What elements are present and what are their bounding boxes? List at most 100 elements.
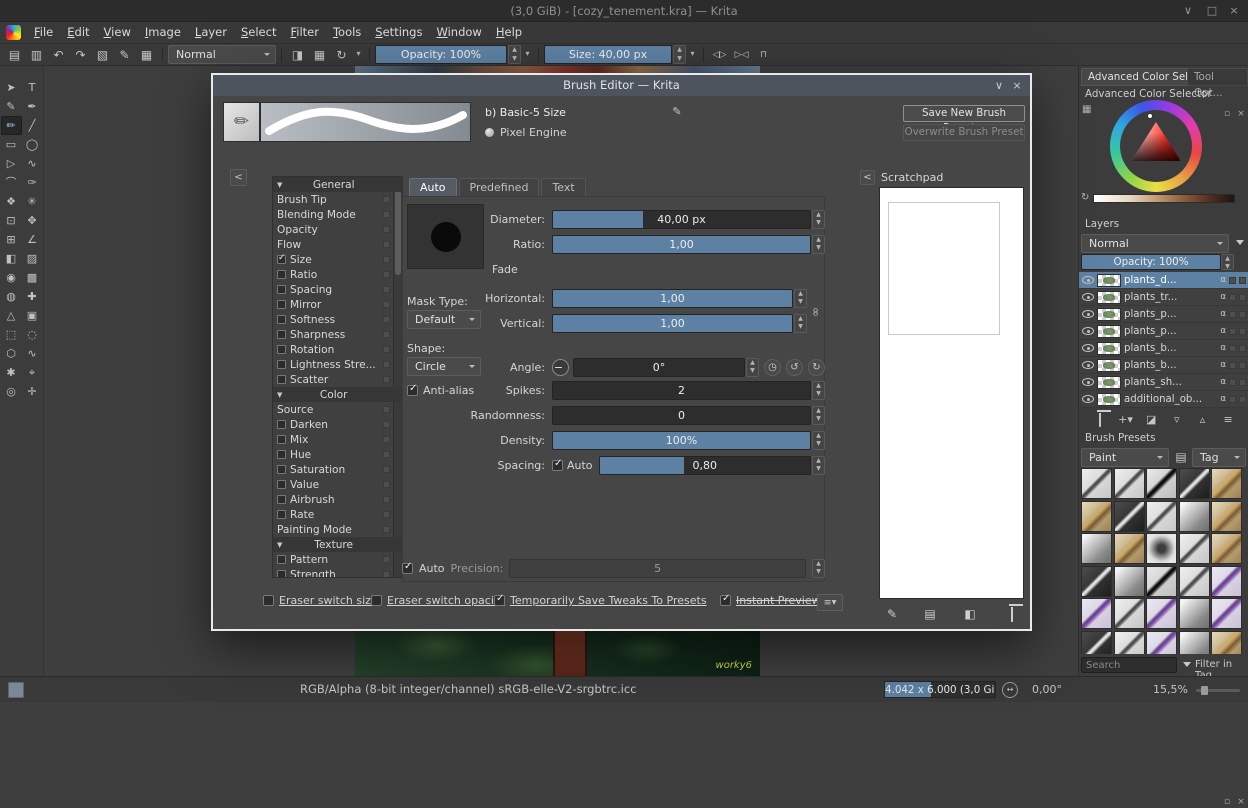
rotate-cw-icon[interactable]: ↻ [808,358,825,376]
option-lock-icon[interactable] [383,526,390,533]
tool-similar-select[interactable]: ✱ [1,363,22,382]
option-checkbox[interactable] [277,360,286,369]
option-lock-icon[interactable] [383,421,390,428]
eraser-switch-opacity-checkbox[interactable] [371,595,382,606]
layer-visibility-eye-icon[interactable] [1082,378,1094,386]
brush-preset-tile[interactable] [1178,500,1210,532]
brush-option-row[interactable]: ▼ Ratio [273,267,402,282]
tool-line[interactable]: ╱ [22,116,43,135]
tool-transform[interactable]: ⊡ [1,211,22,230]
collapse-options-button[interactable]: < [230,169,247,186]
tool-edit-shapes[interactable]: ✎ [1,97,22,116]
brush-option-row[interactable]: ▼ Size [273,252,402,267]
randomness-spinner[interactable]: ▲ ▼ [812,405,825,425]
tool-rectangle[interactable]: ▭ [1,135,22,154]
brush-option-row[interactable]: ▼ Sharpness [273,327,402,342]
brush-option-row[interactable]: ▼ Airbrush [273,492,402,507]
link-fade-icon[interactable]: ∞ [796,304,836,320]
blending-mode-select[interactable]: Normal [168,45,276,64]
layers-docker-header[interactable]: Layers ▫ × [1079,216,1248,379]
layer-opacity-spinner[interactable]: ▲ ▼ [1221,254,1234,270]
option-checkbox[interactable] [277,270,286,279]
tool-measure[interactable]: ∠ [22,230,43,249]
brush-preset-tile[interactable] [1081,468,1112,499]
option-lock-icon[interactable] [383,376,390,383]
layer-thumbnail[interactable] [1097,324,1121,338]
brush-preset-tile[interactable] [1113,598,1145,629]
tool-ellipse[interactable]: ◯ [22,135,43,154]
brush-preset-tile[interactable] [1211,468,1242,499]
brush-preset-tile[interactable] [1081,598,1112,629]
inherit-alpha-icon[interactable] [1229,293,1236,301]
tool-polygon[interactable]: ▷ [1,154,22,173]
tool-freehand-path[interactable]: ✑ [22,173,43,192]
option-lock-icon[interactable] [383,271,390,278]
tool-calligraphy[interactable]: ✒ [22,97,43,116]
tab-predefined[interactable]: Predefined [458,178,540,197]
brush-preset-tile[interactable] [1146,468,1177,499]
brush-preset-tile[interactable] [1146,630,1177,654]
duplicate-layer-button[interactable]: ◪ [1142,413,1160,426]
brush-option-row[interactable]: ▼ Mix [273,432,402,447]
brush-option-row[interactable]: ▼ Mirror [273,297,402,312]
tool-colorize-mask[interactable]: ◍ [1,287,22,306]
option-lock-icon[interactable] [383,316,390,323]
brush-preset-tile[interactable] [1081,565,1112,597]
float-docker-icon[interactable]: ▫ [1221,108,1233,120]
tool-reference-images[interactable]: ▣ [22,306,43,325]
alpha-lock-icon[interactable]: α [1220,309,1226,319]
brush-option-row[interactable]: ▼ Value [273,477,402,492]
color-history-refresh-icon[interactable]: ↻ [1081,192,1089,203]
tool-pan[interactable]: ✛ [22,382,43,401]
inherit-alpha-icon[interactable] [1229,344,1236,352]
option-checkbox[interactable] [277,480,286,489]
fade-horizontal-slider[interactable]: 1,00 [552,288,793,308]
tab-auto[interactable]: Auto [409,178,457,197]
preset-search-input[interactable] [1081,657,1177,673]
brush-preset-tile[interactable] [1211,500,1242,532]
zoom-slider[interactable] [1196,686,1240,695]
inherit-alpha-icon[interactable] [1229,327,1236,335]
brush-preset-tile[interactable] [1211,565,1242,597]
tool-multibrush[interactable]: ✳ [22,192,43,211]
scratchpad-display-icon[interactable]: ▤ [921,606,939,622]
brush-preset-tile[interactable] [1081,533,1112,564]
tool-move[interactable]: ✥ [22,211,43,230]
brush-preset-tile[interactable] [1146,533,1177,564]
brush-preset-tile[interactable] [1113,630,1145,654]
menu-item[interactable]: View [97,22,138,43]
layer-thumbnail[interactable] [1097,375,1121,389]
menu-item[interactable]: Image [138,22,188,43]
brush-option-row[interactable]: ▼ Source [273,402,402,417]
spikes-spinner[interactable]: ▲ ▼ [812,380,825,400]
inherit-alpha-icon[interactable] [1229,361,1236,369]
window-shade-button[interactable]: ∨ [1176,0,1200,22]
tag-select[interactable]: Tag [1192,448,1246,467]
brush-option-row[interactable]: ▼ Spacing [273,282,402,297]
layer-thumbnail[interactable] [1097,392,1121,406]
opacity-spinner[interactable]: ▲ ▼ [508,45,521,64]
auto-precision-checkbox[interactable] [402,561,413,574]
templates-icon[interactable]: ▤ [4,45,25,65]
tool-dynamic-brush[interactable]: ❖ [1,192,22,211]
instant-preview-checkbox[interactable] [720,593,731,606]
scratchpad-clear-icon[interactable] [1003,606,1021,622]
brush-preset-tile[interactable] [1211,598,1242,629]
layer-thumbnail[interactable] [1097,358,1121,372]
option-lock-icon[interactable] [383,331,390,338]
save-tweaks-checkbox[interactable] [494,593,505,606]
canvas-rotation-reset-icon[interactable]: ↔ [1002,682,1018,698]
size-spinner[interactable]: ▲ ▼ [673,45,686,64]
brush-option-row[interactable]: ▼ Hue [273,447,402,462]
layer-lock-icon[interactable] [1239,378,1246,386]
option-checkbox[interactable] [277,345,286,354]
option-checkbox[interactable] [277,510,286,519]
dialog-close-button[interactable]: × [1008,75,1026,96]
layer-visibility-eye-icon[interactable] [1082,395,1094,403]
move-layer-down-button[interactable]: ▿ [1168,413,1186,426]
tool-freehand-select[interactable]: ∿ [22,344,43,363]
option-lock-icon[interactable] [383,241,390,248]
scratchpad-paint-icon[interactable]: ✎ [883,606,901,622]
brush-option-row[interactable]: ▼ Pattern [273,552,402,567]
redo-icon[interactable]: ↷ [70,45,91,65]
